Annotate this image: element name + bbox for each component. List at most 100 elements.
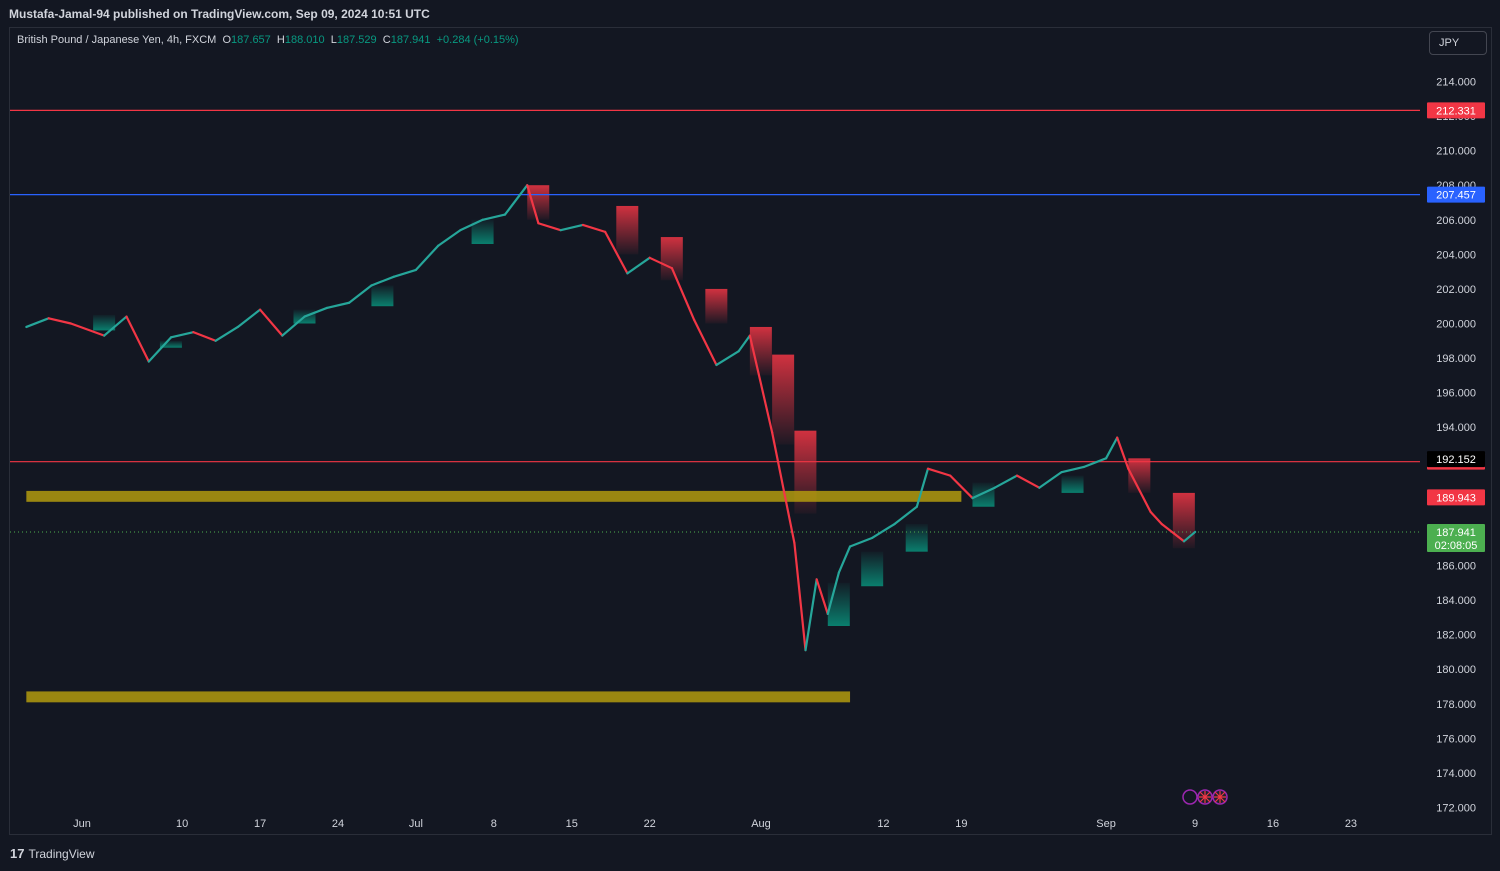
price-segment — [1082, 457, 1108, 469]
demand-zone — [1061, 475, 1084, 493]
price-segment — [1116, 436, 1130, 470]
price-segment — [815, 578, 829, 616]
price-segment — [848, 536, 874, 548]
price-segment — [214, 325, 239, 342]
y-tick-label: 204.000 — [1436, 249, 1476, 261]
price-segment — [414, 244, 440, 272]
demand-zone — [371, 285, 394, 307]
high-value: 188.010 — [284, 34, 325, 46]
x-tick-label: 23 — [1345, 818, 1357, 830]
price-segment — [871, 522, 896, 539]
price-segment — [581, 223, 607, 233]
price-segment — [793, 541, 807, 652]
open-value: 187.657 — [231, 34, 271, 46]
price-segment — [804, 578, 818, 652]
x-tick-label: 16 — [1267, 818, 1279, 830]
price-segment — [169, 331, 195, 339]
price-segment — [626, 256, 651, 275]
price-segment — [192, 331, 217, 342]
y-tick-label: 172.000 — [1436, 803, 1476, 815]
levels-layer — [10, 109, 1420, 703]
y-tick-label: 198.000 — [1436, 353, 1476, 365]
price-segment — [1060, 465, 1085, 474]
symbol-name: British Pound / Japanese Yen, 4h, FXCM — [17, 34, 217, 46]
high-label: H — [276, 34, 285, 46]
x-tick-label: 12 — [877, 818, 889, 830]
brand-name: TradingView — [28, 846, 95, 861]
price-segment — [893, 505, 918, 526]
y-tick-label: 186.000 — [1436, 561, 1476, 573]
price-segment — [771, 431, 796, 545]
y-tick-label: 206.000 — [1436, 215, 1476, 227]
supply-zone — [772, 354, 795, 445]
crosshair-price-label: 192.152 — [1436, 454, 1476, 466]
y-tick-label: 182.000 — [1436, 630, 1476, 642]
tradingview-brand[interactable]: 17 TradingView — [10, 846, 95, 861]
price-segment — [25, 317, 50, 329]
price-segment — [1104, 436, 1119, 460]
price-segment — [370, 275, 395, 287]
demand-zone — [972, 482, 995, 507]
x-tick-label: 8 — [491, 818, 497, 830]
symbol-legend: British Pound / Japanese Yen, 4h, FXCM O… — [17, 34, 519, 46]
blue-level-label: 207.457 — [1436, 190, 1476, 202]
event-icons[interactable] — [1182, 789, 1228, 805]
x-tick-label: 19 — [955, 818, 967, 830]
currency-button[interactable]: JPY — [1429, 31, 1487, 55]
zones-layer — [93, 185, 1195, 626]
x-tick-label: 24 — [332, 818, 344, 830]
y-tick-label: 176.000 — [1436, 733, 1476, 745]
y-tick-label: 178.000 — [1436, 699, 1476, 711]
supply-zone — [660, 237, 683, 281]
y-tick-label: 194.000 — [1436, 422, 1476, 434]
x-tick-label: 15 — [566, 818, 578, 830]
level-189943-label: 189.943 — [1436, 492, 1476, 504]
upper-zone[interactable] — [26, 490, 962, 502]
price-segment — [348, 284, 373, 304]
y-tick-label: 184.000 — [1436, 595, 1476, 607]
price-segment — [537, 222, 562, 232]
y-tick-label: 210.000 — [1436, 146, 1476, 158]
price-segment — [392, 268, 418, 278]
price-segment — [737, 334, 751, 353]
price-chart[interactable]: 172.000 174.000 176.000 178.000 180.000 182.0… — [0, 0, 1500, 871]
resistance-label: 212.331 — [1436, 105, 1476, 117]
tradingview-logo-icon: 17 — [10, 846, 25, 861]
supply-zone — [527, 185, 550, 220]
y-tick-label: 196.000 — [1436, 388, 1476, 400]
x-tick-label: Sep — [1096, 818, 1116, 830]
price-segment — [993, 474, 1019, 489]
open-label: O — [222, 34, 232, 46]
supply-zone — [616, 205, 639, 255]
y-tick-label: 202.000 — [1436, 284, 1476, 296]
x-tick-label: Jun — [73, 818, 91, 830]
price-segment — [47, 317, 72, 325]
x-tick-label: 22 — [644, 818, 656, 830]
lower-zone[interactable] — [26, 691, 851, 703]
demand-zone — [861, 551, 884, 587]
price-layer — [25, 184, 1197, 652]
price-segment — [926, 467, 952, 477]
price-segment — [693, 318, 718, 367]
price-segment — [503, 184, 529, 216]
event-icon[interactable] — [1182, 789, 1198, 805]
bottom-bar — [0, 838, 1500, 871]
y-tick-label: 174.000 — [1436, 768, 1476, 780]
change-value: +0.284 (+0.15%) — [436, 34, 519, 46]
x-tick-label: Aug — [751, 818, 771, 830]
price-segment — [325, 301, 351, 310]
close-label: C — [382, 34, 391, 46]
y-tick-label: 180.000 — [1436, 664, 1476, 676]
price-segment — [1038, 471, 1063, 489]
price-segment — [559, 223, 585, 232]
demand-zone — [905, 524, 928, 552]
last-price-countdown: 02:08:05 — [1435, 540, 1478, 552]
price-segment — [670, 267, 696, 322]
y-tick-label: 200.000 — [1436, 319, 1476, 331]
price-segment — [236, 308, 262, 329]
supply-zone — [705, 288, 728, 324]
low-value: 187.529 — [336, 34, 377, 46]
x-tick-label: 17 — [254, 818, 266, 830]
price-segment — [837, 545, 852, 574]
x-tick-label: Jul — [409, 818, 423, 830]
